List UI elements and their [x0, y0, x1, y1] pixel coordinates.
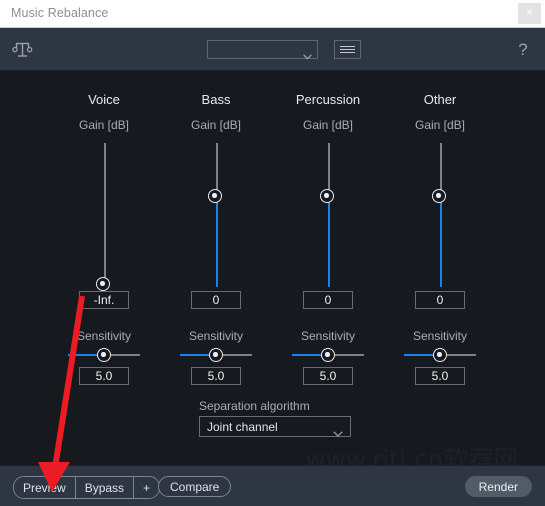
- add-button[interactable]: +: [134, 477, 160, 498]
- chevron-down-icon: [333, 424, 343, 437]
- gain-value-voice[interactable]: -Inf.: [79, 291, 129, 309]
- slider-handle[interactable]: [208, 189, 222, 203]
- gain-label: Gain [dB]: [190, 118, 242, 132]
- slider-track: [103, 143, 106, 287]
- slider-handle[interactable]: [432, 189, 446, 203]
- slider-fill: [327, 196, 330, 287]
- close-icon[interactable]: ×: [518, 3, 541, 24]
- balance-music-icon: [8, 35, 36, 63]
- sensitivity-value-bass[interactable]: 5.0: [191, 367, 241, 385]
- sensitivity-value-percussion[interactable]: 5.0: [303, 367, 353, 385]
- sensitivity-value-other[interactable]: 5.0: [415, 367, 465, 385]
- gain-slider-percussion[interactable]: [272, 141, 384, 291]
- channel-title: Bass: [201, 92, 231, 107]
- gain-slider-voice[interactable]: [48, 141, 160, 291]
- sensitivity-slider-percussion[interactable]: [292, 348, 364, 362]
- slider-handle[interactable]: [433, 348, 447, 362]
- channel-title: Other: [423, 92, 457, 107]
- help-icon[interactable]: ?: [513, 39, 533, 60]
- preset-dropdown[interactable]: [207, 40, 318, 60]
- sensitivity-label: Sensitivity: [412, 329, 468, 343]
- slider-handle[interactable]: [321, 348, 335, 362]
- sensitivity-value-voice[interactable]: 5.0: [79, 367, 129, 385]
- title-bar: Music Rebalance ×: [0, 0, 545, 28]
- sensitivity-label: Sensitivity: [188, 329, 244, 343]
- separation-algorithm-label: Separation algorithm: [199, 399, 310, 413]
- slider-handle[interactable]: [209, 348, 223, 362]
- slider-handle[interactable]: [97, 348, 111, 362]
- gain-value-other[interactable]: 0: [415, 291, 465, 309]
- gain-value-percussion[interactable]: 0: [303, 291, 353, 309]
- render-button[interactable]: Render: [464, 476, 532, 497]
- gain-slider-bass[interactable]: [160, 141, 272, 291]
- music-rebalance-window: Music Rebalance × ? Voice Gain [dB] -Inf…: [0, 0, 545, 506]
- gain-slider-other[interactable]: [384, 141, 496, 291]
- sensitivity-slider-bass[interactable]: [180, 348, 252, 362]
- hamburger-menu-icon[interactable]: [334, 40, 361, 59]
- channel-title: Voice: [88, 92, 120, 107]
- gain-label: Gain [dB]: [302, 118, 354, 132]
- gain-label: Gain [dB]: [414, 118, 466, 132]
- menu-bar-2: [340, 49, 355, 50]
- footer-bar: Preview Bypass + Compare Render: [0, 465, 545, 506]
- preview-button[interactable]: Preview: [14, 477, 76, 498]
- bypass-button[interactable]: Bypass: [75, 477, 135, 498]
- gain-value-bass[interactable]: 0: [191, 291, 241, 309]
- controls-panel: Voice Gain [dB] -Inf. Sensitivity 5.0 Ba…: [0, 71, 545, 465]
- separation-algorithm-dropdown[interactable]: Joint channel: [199, 416, 351, 437]
- toolbar: ?: [0, 28, 545, 71]
- slider-fill: [215, 196, 218, 287]
- separation-algorithm-value: Joint channel: [207, 420, 278, 434]
- sensitivity-label: Sensitivity: [300, 329, 356, 343]
- slider-fill: [439, 196, 442, 287]
- menu-bar-1: [340, 46, 355, 47]
- sensitivity-label: Sensitivity: [76, 329, 132, 343]
- menu-bar-3: [340, 52, 355, 53]
- chevron-down-icon: [303, 47, 312, 60]
- compare-button[interactable]: Compare: [158, 476, 232, 497]
- window-title: Music Rebalance: [11, 6, 109, 20]
- sensitivity-slider-other[interactable]: [404, 348, 476, 362]
- gain-label: Gain [dB]: [78, 118, 130, 132]
- channel-title: Percussion: [295, 92, 361, 107]
- transport-button-group: Preview Bypass +: [13, 476, 161, 499]
- slider-handle[interactable]: [96, 277, 110, 291]
- sensitivity-slider-voice[interactable]: [68, 348, 140, 362]
- slider-handle[interactable]: [320, 189, 334, 203]
